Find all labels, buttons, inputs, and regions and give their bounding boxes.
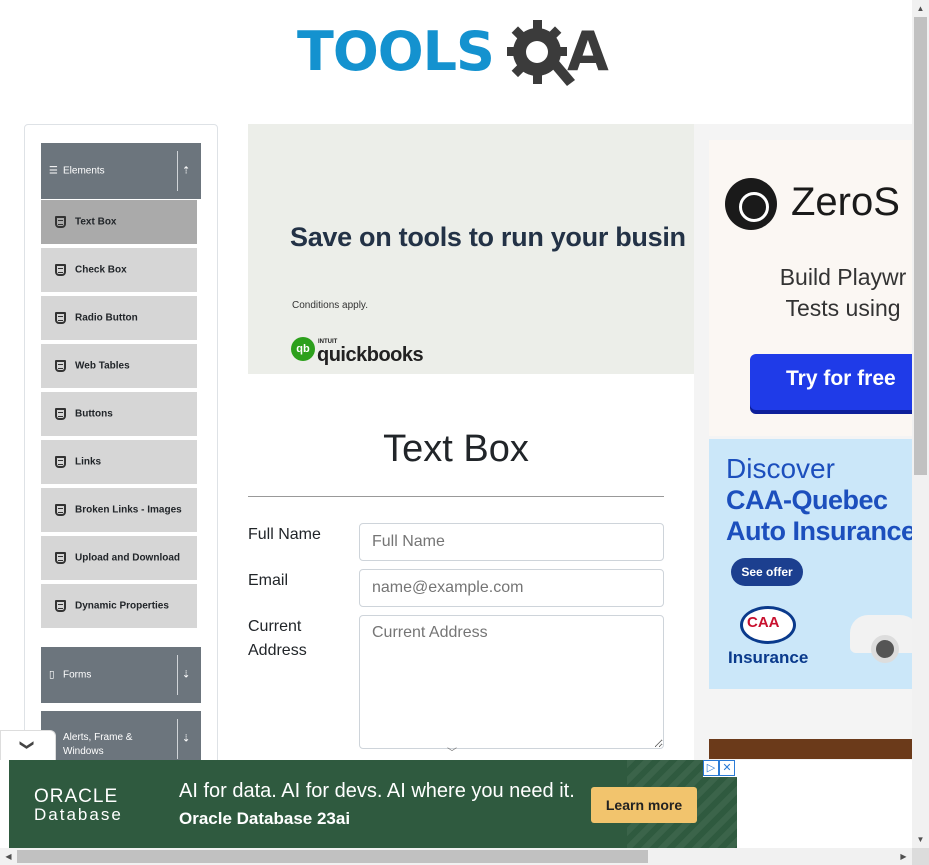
ad-subtitle-line: Tests using xyxy=(785,295,901,321)
scroll-down-icon[interactable]: ▼ xyxy=(912,831,929,848)
scroll-right-icon[interactable]: ▶ xyxy=(895,848,912,865)
html5-icon xyxy=(55,216,66,228)
group-header-elements[interactable]: ☰ Elements ⇡ xyxy=(41,143,201,199)
sidebar-item-label: Check Box xyxy=(75,264,127,276)
sidebar-item-web-tables[interactable]: Web Tables xyxy=(41,344,197,390)
html5-icon xyxy=(55,360,66,372)
logo-tools-text: TOOLS xyxy=(297,20,495,83)
html5-icon xyxy=(55,408,66,420)
quickbooks-wordmark: quickbooks xyxy=(317,344,424,366)
car-wheel-icon xyxy=(871,635,899,663)
zerostep-logo-icon xyxy=(725,178,777,230)
scroll-left-icon[interactable]: ◀ xyxy=(0,848,17,865)
label-line: Current xyxy=(248,618,302,635)
learn-more-button[interactable]: Learn more xyxy=(591,787,697,823)
oracle-logo: ORACLE xyxy=(34,786,119,807)
vertical-scrollbar[interactable]: ▲ ▼ xyxy=(912,0,929,848)
caa-logo-text: CAA xyxy=(747,614,780,631)
ad-quickbooks-banner[interactable]: Save on tools to run your busin Conditio… xyxy=(248,124,694,374)
sidebar-item-label: Upload and Download xyxy=(75,552,180,564)
email-input[interactable] xyxy=(359,569,664,607)
ad-subline: Oracle Database 23ai xyxy=(179,809,351,828)
divider xyxy=(177,655,178,695)
sidebar-item-broken-links[interactable]: Broken Links - Images xyxy=(41,488,197,534)
group-label: Forms xyxy=(63,669,92,681)
oracle-product: Database xyxy=(34,805,123,824)
html5-icon xyxy=(55,504,66,516)
toolsqa-logo[interactable]: TOOLS A xyxy=(297,16,621,92)
scrollbar-thumb[interactable] xyxy=(17,850,648,863)
sidebar-item-label: Dynamic Properties xyxy=(75,600,169,612)
sidebar-item-label: Text Box xyxy=(75,216,117,228)
divider xyxy=(177,151,178,191)
doc-icon: ▯ xyxy=(49,669,55,681)
current-address-textarea[interactable] xyxy=(359,615,664,749)
group-label: Alerts, Frame & Windows xyxy=(63,732,133,757)
ad-line: Auto Insurance xyxy=(726,516,912,546)
email-label: Email xyxy=(248,572,289,589)
ad-tagline: AI for data. AI for devs. AI where you n… xyxy=(179,780,575,802)
group-label: Elements xyxy=(63,165,105,177)
ad-subtitle: Build Playwr Tests using xyxy=(743,262,912,324)
scrollbar-corner xyxy=(912,848,929,865)
sidebar-item-text-box[interactable]: Text Box xyxy=(41,200,197,246)
sidebar-item-label: Buttons xyxy=(75,408,113,420)
chevron-down-icon: ❯ xyxy=(19,739,36,751)
ad-headline: Save on tools to run your busin xyxy=(290,222,686,252)
collapse-ad-tab[interactable]: ❯ xyxy=(0,730,56,760)
sidebar-item-label: Broken Links - Images xyxy=(75,504,182,516)
sidebar-item-label: Radio Button xyxy=(75,312,138,324)
ad-line: CAA-Quebec xyxy=(726,485,888,515)
label-line: Address xyxy=(248,642,307,659)
adchoices-icon[interactable]: ▷ xyxy=(703,760,719,776)
html5-icon xyxy=(55,552,66,564)
ad-zerostep[interactable]: ZeroS Build Playwr Tests using Try for f… xyxy=(709,140,912,436)
expand-down-icon[interactable]: ⇣ xyxy=(182,734,190,745)
expand-down-icon[interactable]: ⇣ xyxy=(182,670,190,681)
divider xyxy=(177,719,178,759)
ad-subtitle-line: Build Playwr xyxy=(779,264,907,290)
current-address-label: Current Address xyxy=(248,615,307,663)
try-for-free-button[interactable]: Try for free xyxy=(750,354,912,410)
quickbooks-badge-icon: qb xyxy=(291,337,315,361)
ad-brand-name: ZeroS xyxy=(791,180,900,224)
sidebar-item-radio-button[interactable]: Radio Button xyxy=(41,296,197,342)
html5-icon xyxy=(55,312,66,324)
chevron-down-icon[interactable]: ﹀ xyxy=(447,744,457,759)
sidebar-item-buttons[interactable]: Buttons xyxy=(41,392,197,438)
ad-conditions: Conditions apply. xyxy=(292,300,368,311)
scroll-up-icon[interactable]: ▲ xyxy=(912,0,929,17)
sidebar-item-label: Links xyxy=(75,456,102,468)
page-title: Text Box xyxy=(383,428,529,470)
ad-oracle-banner[interactable]: ORACLE Database AI for data. AI for devs… xyxy=(9,760,737,848)
caa-insurance-label: Insurance xyxy=(728,648,809,667)
collapse-up-icon[interactable]: ⇡ xyxy=(182,166,190,177)
divider xyxy=(248,496,664,497)
sidebar-item-label: Web Tables xyxy=(75,360,130,372)
close-ad-icon[interactable]: ✕ xyxy=(719,760,735,776)
full-name-label: Full Name xyxy=(248,526,321,543)
full-name-input[interactable] xyxy=(359,523,664,561)
scrollbar-thumb[interactable] xyxy=(914,17,927,475)
logo-a-text: A xyxy=(567,20,609,83)
sidebar-item-links[interactable]: Links xyxy=(41,440,197,486)
sidebar-item-check-box[interactable]: Check Box xyxy=(41,248,197,294)
ad-partial[interactable] xyxy=(709,739,912,759)
hamburger-icon: ☰ xyxy=(49,165,58,177)
sidebar: ☰ Elements ⇡ Text Box Check Box Radio Bu… xyxy=(24,124,218,764)
sidebar-item-upload-download[interactable]: Upload and Download xyxy=(41,536,197,582)
html5-icon xyxy=(55,456,66,468)
ad-caa-quebec[interactable]: Discover CAA-Quebec Auto Insurance See o… xyxy=(709,439,912,689)
adchoices[interactable]: ▷ ✕ xyxy=(703,760,737,777)
html5-icon xyxy=(55,264,66,276)
sidebar-item-dynamic-properties[interactable]: Dynamic Properties xyxy=(41,584,197,630)
group-header-alerts[interactable]: ▯ Alerts, Frame & Windows ⇣ xyxy=(41,711,201,763)
group-header-forms[interactable]: ▯ Forms ⇣ xyxy=(41,647,201,703)
html5-icon xyxy=(55,600,66,612)
horizontal-scrollbar[interactable]: ◀ ▶ xyxy=(0,848,912,865)
see-offer-button[interactable]: See offer xyxy=(731,558,803,586)
ad-line: Discover xyxy=(726,453,835,484)
